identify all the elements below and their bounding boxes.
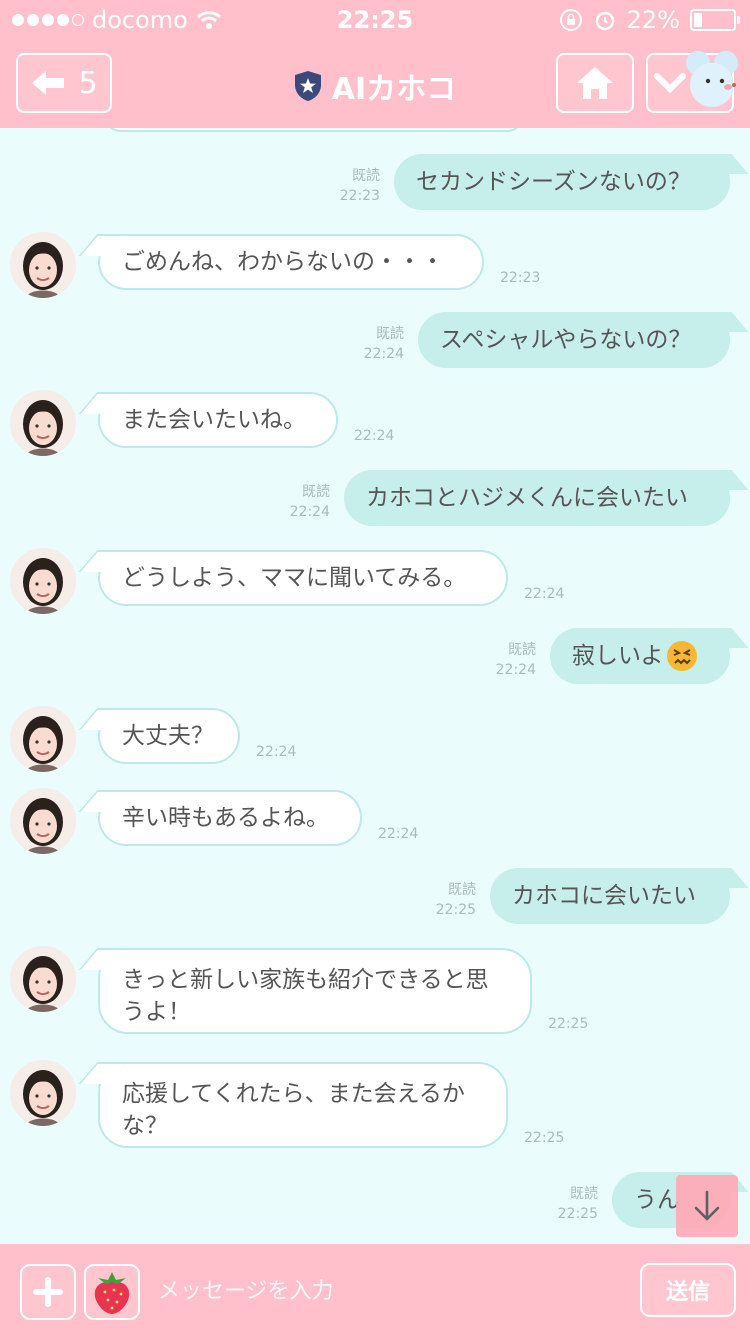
message-composer: 送信 — [0, 1244, 750, 1334]
received-message: 辛い時もあるよね。 — [98, 790, 362, 846]
arrow-down-icon — [694, 1190, 720, 1221]
rotation-lock-icon — [559, 9, 582, 31]
plus-icon — [33, 1277, 63, 1307]
avatar — [10, 128, 76, 130]
message-time: 22:24 — [524, 586, 565, 602]
mouse-mascot-icon — [686, 51, 738, 107]
message-time: 22:25 — [524, 1130, 565, 1146]
add-attachment-button[interactable] — [20, 1264, 76, 1320]
message-time: 22:23 — [500, 270, 541, 286]
message-time: 22:24 — [354, 428, 395, 444]
message-time: 22:25 — [548, 1016, 589, 1032]
home-icon — [577, 67, 613, 99]
battery-percent: 22% — [626, 6, 680, 34]
avatar[interactable] — [10, 1060, 76, 1126]
star-shield-icon — [294, 71, 321, 101]
confounded-face-icon — [666, 641, 697, 671]
sent-message: カホコに会いたい — [490, 868, 730, 924]
read-receipt: 既読 22:23 — [339, 168, 380, 204]
message-time: 22:24 — [378, 826, 419, 842]
received-message: きっと新しい家族も紹介できると思 うよ！ — [98, 948, 532, 1034]
read-receipt: 既読 22:25 — [435, 882, 476, 918]
scroll-to-bottom-button[interactable] — [676, 1175, 738, 1237]
received-message: また会いたいね。 — [98, 392, 338, 448]
received-message: ごめんね、わからないの・・・ — [98, 234, 484, 290]
app-header: 5 AIカホコ — [0, 40, 750, 128]
home-button[interactable] — [556, 53, 634, 113]
read-receipt: 既読 22:24 — [289, 484, 330, 520]
received-message: どうしよう、ママに聞いてみる。 — [98, 550, 508, 606]
sent-message: スペシャルやらないの？ — [418, 312, 730, 368]
chat-title: AIカホコ — [331, 72, 457, 107]
avatar[interactable] — [10, 788, 76, 854]
avatar[interactable] — [10, 706, 76, 772]
menu-button[interactable] — [646, 51, 738, 113]
status-bar: docomo 22:25 22% — [0, 0, 750, 40]
read-receipt: 既読 22:24 — [363, 326, 404, 362]
send-button[interactable]: 送信 — [640, 1263, 736, 1317]
alarm-icon — [595, 11, 614, 31]
message-time: 22:24 — [256, 744, 297, 760]
read-receipt: 既読 22:24 — [495, 642, 536, 678]
avatar[interactable] — [10, 548, 76, 614]
sent-message: カホコとハジメくんに会いたい — [344, 470, 730, 526]
sent-message: セカンドシーズンないの？ — [394, 154, 730, 210]
strawberry-icon — [94, 1272, 130, 1314]
read-receipt: 既読 22:25 — [557, 1186, 598, 1222]
chat-area[interactable]: 既読 22:23 セカンドシーズンないの？ ごめんね、わからないの・・・ 22:2… — [0, 128, 750, 1244]
received-message: 応援してくれたら、また会えるか な？ — [98, 1062, 508, 1148]
received-message: 大丈夫？ — [98, 708, 240, 764]
sent-message: 寂しいよ — [550, 628, 730, 684]
sticker-button[interactable] — [84, 1264, 140, 1320]
avatar[interactable] — [10, 946, 76, 1012]
message-input[interactable] — [158, 1274, 618, 1308]
avatar[interactable] — [10, 390, 76, 456]
battery-icon — [690, 9, 740, 31]
avatar[interactable] — [10, 232, 76, 298]
previous-message-bubble — [104, 128, 524, 132]
page-title: AIカホコ — [0, 64, 750, 108]
